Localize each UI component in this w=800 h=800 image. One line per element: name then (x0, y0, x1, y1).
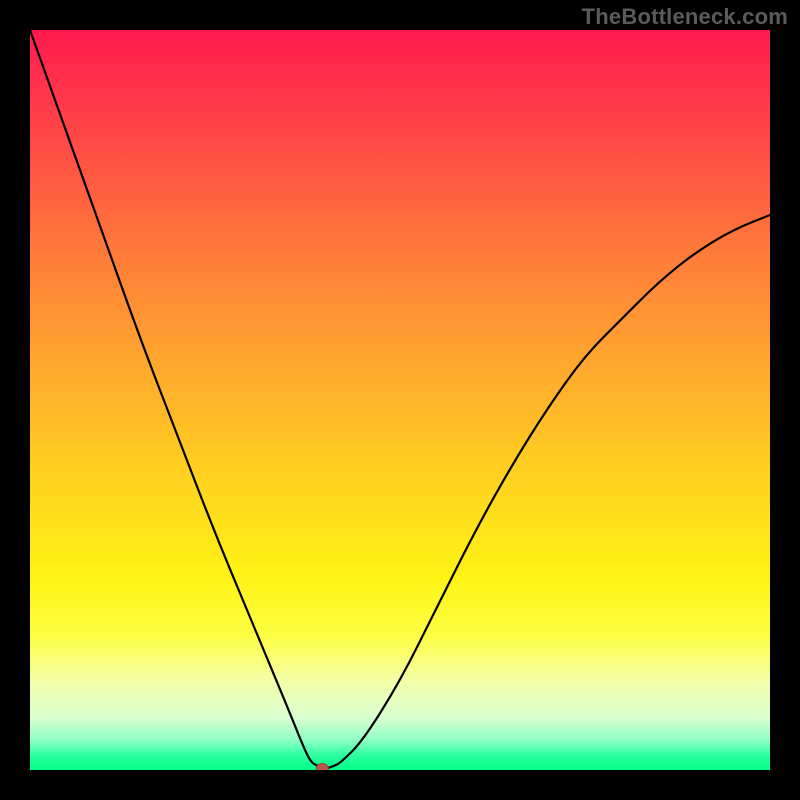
bottleneck-curve-path (30, 30, 770, 768)
minimum-marker (316, 764, 328, 770)
chart-svg (30, 30, 770, 770)
chart-frame: TheBottleneck.com (0, 0, 800, 800)
watermark-text: TheBottleneck.com (582, 4, 788, 30)
plot-area (30, 30, 770, 770)
